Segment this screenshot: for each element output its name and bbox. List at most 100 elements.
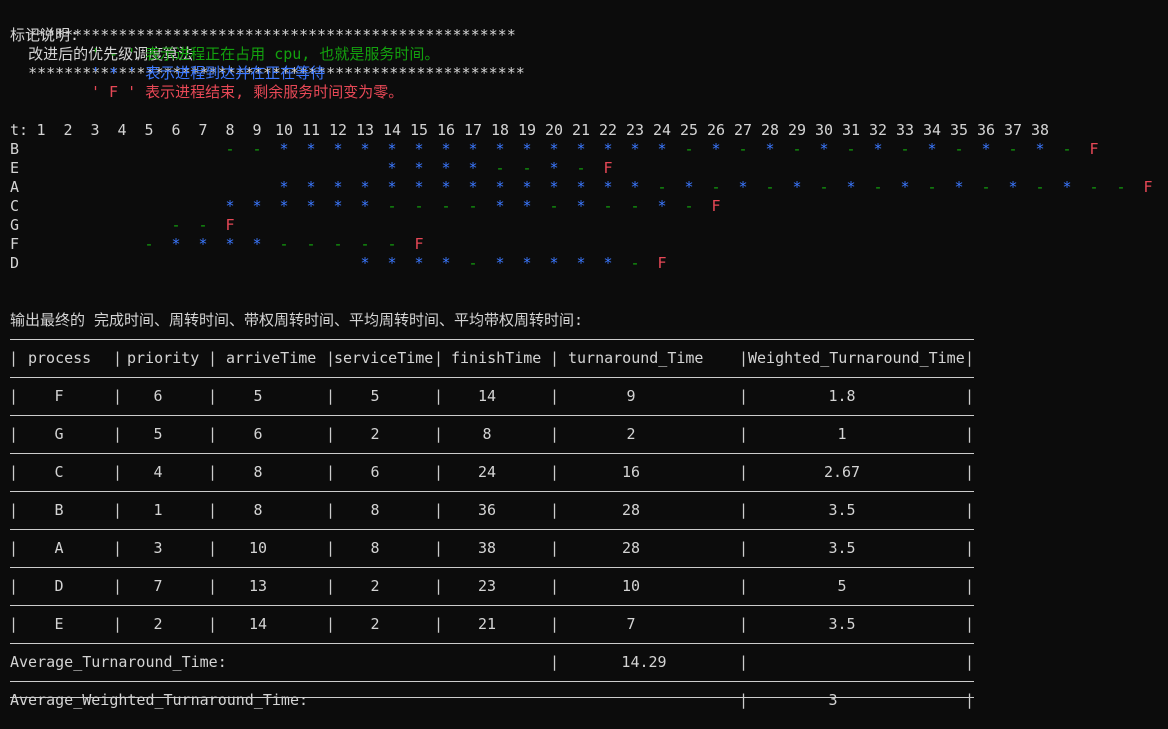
table-rule <box>10 491 974 492</box>
time-tick: 9 <box>252 121 262 139</box>
table-border: | <box>965 539 975 557</box>
gantt-mark-dash: - <box>738 140 748 158</box>
time-tick: 21 <box>571 121 591 139</box>
time-tick: 29 <box>787 121 807 139</box>
gantt-mark-star: * <box>279 197 289 215</box>
time-tick: 14 <box>382 121 402 139</box>
table-rule <box>10 415 974 416</box>
time-tick: 5 <box>144 121 154 139</box>
gantt-mark-dash: - <box>981 178 991 196</box>
gantt-mark-star: * <box>603 178 613 196</box>
table-border: | <box>550 653 560 671</box>
table-border: | <box>965 463 975 481</box>
time-tick: 16 <box>436 121 456 139</box>
gantt-mark-star: * <box>603 254 613 272</box>
table-cell: 10 <box>621 577 641 595</box>
gantt-mark-finish: F <box>1143 178 1153 196</box>
table-cell: 3.5 <box>828 615 856 633</box>
column-header-priority: priority <box>127 349 200 367</box>
gantt-mark-star: * <box>630 178 640 196</box>
gantt-mark-star: * <box>441 178 451 196</box>
legend-item-waiting: ' * ' 表示进程到达并在正在等待 <box>91 64 326 82</box>
gantt-mark-star: * <box>549 254 559 272</box>
output-heading: 输出最终的 完成时间、周转时间、带权周转时间、平均周转时间、平均带权周转时间: <box>10 311 584 329</box>
gantt-mark-star: * <box>846 178 856 196</box>
table-border: | <box>550 463 560 481</box>
table-cell: 8 <box>370 501 380 519</box>
process-label-G: G <box>10 216 20 234</box>
gantt-mark-star: * <box>333 178 343 196</box>
time-tick: 12 <box>328 121 348 139</box>
column-header-process: process <box>28 349 92 367</box>
table-border: | <box>965 615 975 633</box>
table-border: | <box>965 501 975 519</box>
gantt-mark-star: * <box>1008 178 1018 196</box>
table-border: | <box>739 653 749 671</box>
gantt-mark-dash: - <box>954 140 964 158</box>
gantt-mark-star: * <box>414 159 424 177</box>
time-tick: 37 <box>1003 121 1023 139</box>
time-tick: 4 <box>117 121 127 139</box>
gantt-mark-dash: - <box>765 178 775 196</box>
table-border: | <box>550 577 560 595</box>
table-cell: 2 <box>370 577 380 595</box>
table-rule <box>10 681 974 682</box>
gantt-mark-star: * <box>306 197 316 215</box>
gantt-mark-dash: - <box>576 159 586 177</box>
time-tick: 6 <box>171 121 181 139</box>
time-tick: 11 <box>301 121 321 139</box>
gantt-mark-dash: - <box>1089 178 1099 196</box>
time-tick: 15 <box>409 121 429 139</box>
table-rule <box>10 453 974 454</box>
gantt-mark-dash: - <box>198 216 208 234</box>
gantt-mark-finish: F <box>603 159 613 177</box>
gantt-mark-star: * <box>441 159 451 177</box>
gantt-mark-dash: - <box>252 140 262 158</box>
time-tick: 10 <box>274 121 294 139</box>
gantt-mark-dash: - <box>144 235 154 253</box>
time-tick: 30 <box>814 121 834 139</box>
process-label-F: F <box>10 235 20 253</box>
table-cell: 8 <box>253 463 263 481</box>
gantt-mark-star: * <box>252 235 262 253</box>
time-tick: 25 <box>679 121 699 139</box>
table-cell: 9 <box>626 387 636 405</box>
gantt-mark-dash: - <box>900 140 910 158</box>
time-tick: 22 <box>598 121 618 139</box>
time-tick: 24 <box>652 121 672 139</box>
time-tick: 38 <box>1030 121 1050 139</box>
gantt-mark-dash: - <box>333 235 343 253</box>
time-tick: 28 <box>760 121 780 139</box>
gantt-mark-star: * <box>684 178 694 196</box>
time-tick: 17 <box>463 121 483 139</box>
column-header-servicetime: serviceTime <box>334 349 434 367</box>
gantt-mark-star: * <box>225 235 235 253</box>
time-tick: 7 <box>198 121 208 139</box>
table-border: | <box>739 691 749 709</box>
table-cell: 5 <box>370 387 380 405</box>
gantt-mark-finish: F <box>711 197 721 215</box>
gantt-mark-star: * <box>657 197 667 215</box>
time-tick: 13 <box>355 121 375 139</box>
gantt-mark-dash: - <box>1116 178 1126 196</box>
average-weighted-turnaround-value: 3 <box>828 691 838 709</box>
table-cell: 14 <box>248 615 268 633</box>
gantt-mark-dash: - <box>846 140 856 158</box>
gantt-mark-finish: F <box>225 216 235 234</box>
gantt-mark-star: * <box>954 178 964 196</box>
table-rule <box>10 643 974 644</box>
time-tick: 36 <box>976 121 996 139</box>
table-border: | <box>965 349 975 367</box>
table-cell: 5 <box>253 387 263 405</box>
gantt-mark-star: * <box>522 140 532 158</box>
gantt-mark-star: * <box>792 178 802 196</box>
time-tick: 35 <box>949 121 969 139</box>
gantt-mark-star: * <box>360 197 370 215</box>
table-border: | <box>965 387 975 405</box>
table-cell: 8 <box>370 539 380 557</box>
gantt-mark-dash: - <box>684 197 694 215</box>
gantt-mark-star: * <box>576 178 586 196</box>
gantt-mark-star: * <box>711 140 721 158</box>
table-border: | <box>550 501 560 519</box>
table-cell: 10 <box>248 539 268 557</box>
